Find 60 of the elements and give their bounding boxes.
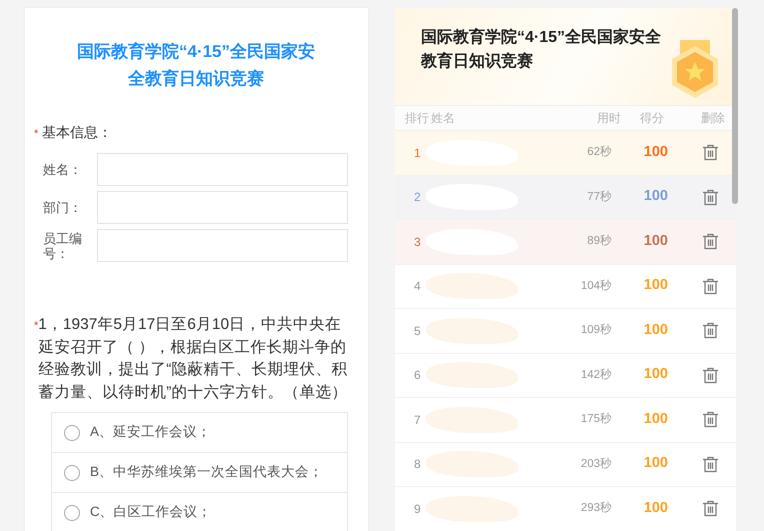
- form-title: 国际教育学院“4·15”全民国家安全教育日知识竞赛: [76, 41, 316, 90]
- trash-icon[interactable]: [702, 456, 719, 473]
- trash-icon[interactable]: [702, 500, 719, 518]
- scrollbar-thumb[interactable]: [732, 8, 738, 204]
- score-text: 100: [642, 365, 668, 384]
- score-text: 100: [642, 187, 668, 206]
- score-text: 100: [642, 142, 668, 162]
- trash-icon[interactable]: [702, 366, 719, 384]
- score-text: 100: [642, 498, 668, 518]
- time-text: 175秒: [580, 412, 612, 428]
- radio-button[interactable]: [64, 424, 80, 440]
- score-text: 100: [642, 454, 668, 474]
- trash-icon[interactable]: [702, 278, 719, 295]
- rank-number: 5: [413, 322, 422, 340]
- required-mark: *: [34, 319, 38, 334]
- radio-button[interactable]: [64, 504, 80, 520]
- input-field[interactable]: [97, 153, 348, 186]
- time-text: 104秒: [580, 278, 612, 294]
- time-text: 142秒: [580, 368, 612, 383]
- time-text: 89秒: [586, 234, 612, 250]
- trash-icon[interactable]: [702, 322, 719, 340]
- option-label: B、中华苏维埃第一次全国代表大会；: [90, 463, 324, 482]
- score-text: 100: [642, 320, 668, 340]
- input-field[interactable]: [97, 191, 348, 224]
- section-label: 基本信息：: [42, 123, 112, 142]
- rank-number: 3: [413, 234, 422, 251]
- rank-number: 8: [413, 456, 422, 474]
- trash-icon[interactable]: [702, 188, 719, 206]
- required-mark: *: [34, 127, 40, 142]
- rank-number: 1: [413, 144, 422, 162]
- option-label: C、白区工作会议；: [90, 503, 212, 522]
- time-text: 109秒: [580, 322, 612, 338]
- trash-icon[interactable]: [702, 233, 719, 250]
- time-text: 62秒: [586, 144, 612, 160]
- field-label: 姓名：: [43, 162, 83, 177]
- question-text: 1，1937年5月17日至6月10日，中共中央在延安召开了（ ），根据白区工作长期斗争的经验教训，提出了“隐蔽精干、长期埋伏、积蓄力量、以待时机”的十六字方针。（单选）: [38, 315, 348, 402]
- input-field[interactable]: [97, 229, 348, 262]
- score-text: 100: [642, 232, 668, 251]
- score-text: 100: [642, 276, 668, 296]
- column-header: 排行: [404, 110, 430, 127]
- field-label: 员工编号：: [43, 230, 83, 260]
- score-text: 100: [642, 410, 668, 429]
- time-text: 203秒: [580, 456, 612, 472]
- rank-number: 7: [413, 412, 422, 429]
- trash-icon[interactable]: [702, 411, 719, 428]
- column-header: 姓名: [431, 110, 456, 127]
- column-header: 得分: [639, 110, 665, 127]
- column-header: 删除: [700, 110, 725, 127]
- rank-number: 6: [413, 367, 422, 384]
- leaderboard-title: 国际教育学院“4·15”全民国家安全教育日知识竞赛: [421, 26, 662, 72]
- rank-number: 9: [413, 500, 422, 518]
- option-label: A、延安工作会议；: [90, 423, 212, 442]
- radio-button[interactable]: [64, 464, 80, 480]
- rank-number: 4: [413, 278, 422, 296]
- column-header: 用时: [596, 110, 621, 127]
- field-label: 部门：: [43, 200, 83, 215]
- rank-number: 2: [413, 189, 422, 206]
- time-text: 77秒: [586, 190, 612, 205]
- time-text: 293秒: [580, 500, 612, 516]
- trash-icon[interactable]: [702, 144, 719, 162]
